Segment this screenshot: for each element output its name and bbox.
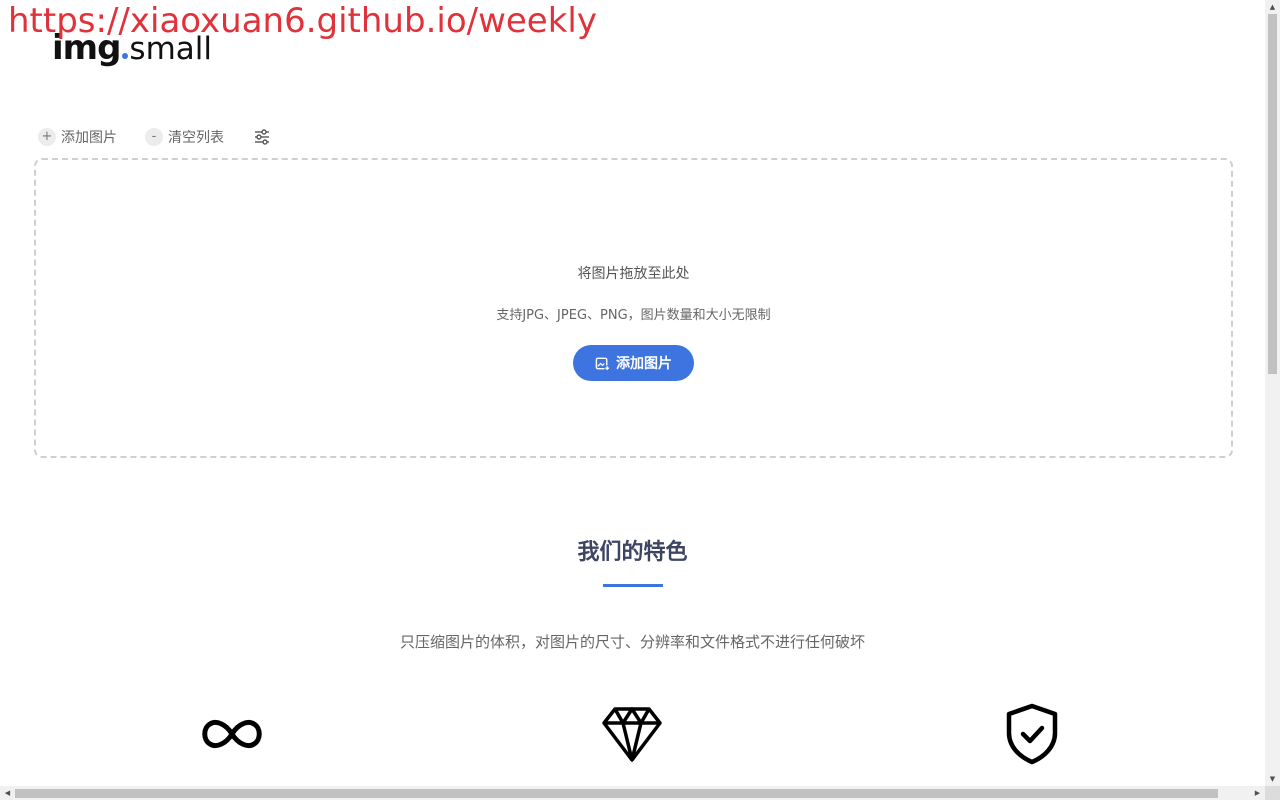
clear-list-label: 清空列表 bbox=[168, 130, 224, 146]
watermark-url: https://xiaoxuan6.github.io/weekly bbox=[8, 1, 597, 41]
dropzone-add-image-button[interactable]: 添加图片 bbox=[573, 345, 694, 381]
features-title-underline bbox=[603, 584, 663, 587]
vertical-scroll-thumb[interactable] bbox=[1268, 14, 1277, 374]
minus-icon: - bbox=[145, 128, 163, 146]
features-description: 只压缩图片的体积，对图片的尺寸、分辨率和文件格式不进行任何破坏 bbox=[399, 633, 865, 651]
plus-icon: + bbox=[38, 128, 56, 146]
scrollbar-corner bbox=[1265, 786, 1280, 800]
clear-list-button[interactable]: - 清空列表 bbox=[145, 127, 224, 147]
horizontal-scrollbar[interactable]: ◀ ▶ bbox=[0, 786, 1265, 800]
infinity-icon bbox=[200, 702, 264, 766]
image-dropzone[interactable]: 将图片拖放至此处 支持JPG、JPEG、PNG，图片数量和大小无限制 添加图片 bbox=[34, 158, 1233, 458]
scroll-up-arrow-icon[interactable]: ▲ bbox=[1265, 0, 1280, 14]
add-image-button[interactable]: + 添加图片 bbox=[38, 127, 117, 147]
diamond-icon bbox=[600, 702, 664, 766]
dropzone-title: 将图片拖放至此处 bbox=[577, 266, 690, 282]
shield-check-icon bbox=[1000, 702, 1064, 766]
scroll-left-arrow-icon[interactable]: ◀ bbox=[0, 786, 15, 800]
vertical-scrollbar[interactable]: ▲ ▼ bbox=[1265, 0, 1280, 786]
dropzone-button-label: 添加图片 bbox=[616, 356, 672, 372]
dropzone-subtitle: 支持JPG、JPEG、PNG，图片数量和大小无限制 bbox=[496, 308, 771, 323]
scroll-right-arrow-icon[interactable]: ▶ bbox=[1250, 786, 1265, 800]
features-title: 我们的特色 bbox=[577, 540, 688, 565]
image-add-icon bbox=[595, 356, 610, 371]
page: https://xiaoxuan6.github.io/weekly img s… bbox=[0, 0, 1265, 786]
sliders-icon bbox=[255, 129, 269, 145]
logo-dot bbox=[122, 53, 129, 59]
settings-button[interactable] bbox=[252, 127, 272, 147]
add-image-label: 添加图片 bbox=[61, 130, 117, 146]
toolbar: + 添加图片 - 清空列表 bbox=[38, 126, 272, 148]
horizontal-scroll-thumb[interactable] bbox=[15, 789, 1218, 798]
scroll-down-arrow-icon[interactable]: ▼ bbox=[1265, 772, 1280, 786]
